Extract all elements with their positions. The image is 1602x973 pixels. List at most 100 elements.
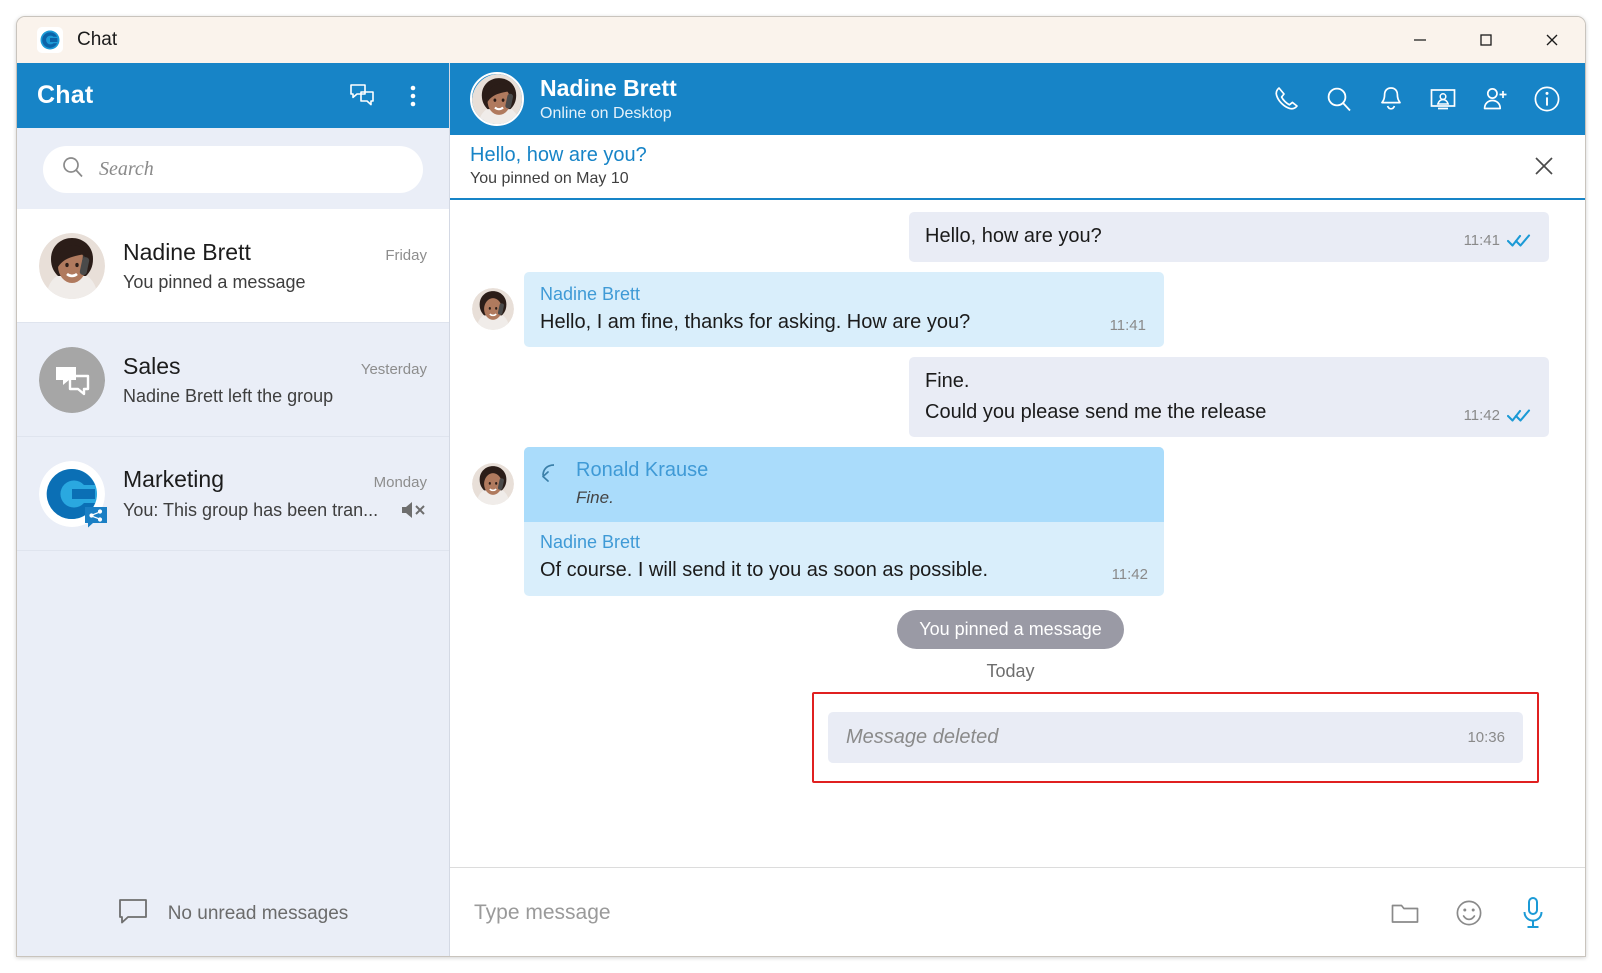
title-bar: Chat: [17, 17, 1585, 63]
message-bubble-reply[interactable]: Ronald Krause Fine. Nadine Brett Of cour…: [524, 447, 1164, 596]
message-time: 11:42: [1463, 407, 1500, 425]
chat-item-preview: You pinned a message: [123, 271, 306, 292]
more-options-icon[interactable]: [393, 76, 433, 116]
chat-header: Nadine Brett Online on Desktop: [450, 63, 1585, 135]
avatar: [472, 287, 514, 330]
pinned-texts: Hello, how are you? You pinned on May 10: [470, 144, 647, 188]
contact-info: Nadine Brett Online on Desktop: [540, 75, 677, 123]
message-bubble-incoming[interactable]: Nadine Brett Hello, I am fine, thanks fo…: [524, 271, 1164, 348]
chat-item-name: Sales: [123, 352, 181, 379]
message-row: Nadine Brett Hello, I am fine, thanks fo…: [472, 271, 1549, 348]
reply-arrow-icon: [540, 463, 562, 488]
system-message-pill: You pinned a message: [897, 609, 1124, 649]
maximize-button[interactable]: [1453, 17, 1519, 63]
chat-list-item-nadine-brett[interactable]: Nadine Brett Friday You pinned a message: [17, 209, 449, 323]
day-divider: Today: [986, 660, 1035, 681]
message-text-line1: Fine.: [925, 370, 970, 393]
chat-item-time: Monday: [373, 474, 427, 491]
sidebar: Chat Search Nadine Brett Friday You pinn…: [17, 63, 450, 956]
message-text: Hello, I am fine, thanks for asking. How…: [540, 310, 971, 333]
message-bubble-icon: [118, 898, 150, 931]
unread-status-text: No unread messages: [167, 903, 349, 924]
sidebar-title: Chat: [37, 81, 94, 109]
message-bubble-outgoing[interactable]: Fine. Could you please send me the relea…: [909, 357, 1549, 438]
avatar: [472, 463, 514, 506]
chat-panel: Nadine Brett Online on Desktop Hello, ho…: [450, 63, 1585, 956]
chat-list: Nadine Brett Friday You pinned a message: [17, 209, 449, 871]
message-text-line2: Could you please send me the release: [925, 400, 1267, 423]
close-icon[interactable]: [1525, 147, 1563, 185]
search-container: Search: [17, 128, 449, 209]
main-split: Chat Search Nadine Brett Friday You pinn…: [17, 63, 1585, 956]
emoji-icon[interactable]: [1447, 891, 1491, 935]
sidebar-header: Chat: [17, 63, 449, 128]
message-composer: [450, 867, 1585, 956]
window-controls: [1387, 17, 1585, 63]
screen-share-icon[interactable]: [1421, 77, 1465, 121]
chat-item-meta: Sales Yesterday Nadine Brett left the gr…: [123, 353, 427, 407]
contact-avatar: [470, 72, 524, 126]
read-receipt-icon: [1507, 408, 1531, 423]
attach-folder-icon[interactable]: [1383, 891, 1427, 935]
shared-badge-icon: [83, 505, 109, 536]
pinned-message-title: Hello, how are you?: [470, 143, 647, 166]
message-time: 11:41: [1463, 231, 1500, 249]
app-logo-icon: [37, 27, 63, 53]
message-row: Hello, how are you? 11:41: [472, 212, 1549, 262]
quoted-sender: Ronald Krause: [576, 459, 709, 482]
chat-window: Chat Chat Search Nadine Brett Friday You…: [16, 16, 1586, 957]
reply-body: Nadine Brett Of course. I will send it t…: [524, 522, 1164, 596]
chat-item-preview: Nadine Brett left the group: [123, 385, 334, 406]
message-row: Fine. Could you please send me the relea…: [472, 357, 1549, 438]
chat-list-item-marketing[interactable]: Marketing Monday You: This group has bee…: [17, 437, 449, 551]
microphone-icon[interactable]: [1511, 891, 1555, 935]
chat-item-name: Nadine Brett: [123, 238, 251, 265]
contact-name: Nadine Brett: [540, 75, 677, 101]
deleted-message-text: Message deleted: [846, 725, 999, 748]
message-input[interactable]: [474, 900, 1363, 925]
message-bubble-outgoing[interactable]: Hello, how are you? 11:41: [909, 212, 1549, 262]
close-button[interactable]: [1519, 17, 1585, 63]
avatar: [39, 460, 107, 527]
search-placeholder: Search: [99, 158, 154, 180]
message-text: Of course. I will send it to you as soon…: [540, 559, 988, 582]
info-icon[interactable]: [1525, 77, 1569, 121]
message-time: 10:36: [1467, 728, 1505, 746]
chat-header-actions: [1265, 77, 1569, 121]
read-receipt-icon: [1507, 233, 1531, 248]
chat-item-time: Yesterday: [360, 360, 427, 378]
contact-status: Online on Desktop: [540, 105, 672, 122]
message-text: Hello, how are you?: [925, 225, 1102, 247]
message-sender: Nadine Brett: [540, 532, 641, 553]
quoted-text: Fine.: [576, 488, 614, 508]
search-icon[interactable]: [1317, 77, 1361, 121]
message-sender: Nadine Brett: [540, 283, 641, 304]
minimize-button[interactable]: [1387, 17, 1453, 63]
search-input[interactable]: Search: [43, 146, 423, 193]
message-list: Hello, how are you? 11:41 Nadine Brett H…: [450, 200, 1585, 867]
chat-item-name: Marketing: [123, 466, 224, 492]
avatar: [39, 232, 105, 299]
message-time: 11:42: [1111, 565, 1148, 583]
system-message-row: You pinned a message: [472, 609, 1549, 649]
sidebar-header-actions: [343, 76, 433, 116]
message-bubble-deleted[interactable]: Message deleted 10:36: [828, 711, 1523, 763]
window-title: Chat: [77, 29, 118, 50]
call-icon[interactable]: [1265, 77, 1309, 121]
avatar: [39, 346, 105, 413]
search-icon: [61, 155, 85, 184]
quoted-message: Ronald Krause Fine.: [524, 447, 1164, 523]
chat-item-time: Friday: [385, 246, 427, 264]
new-chat-icon[interactable]: [343, 76, 383, 116]
muted-icon: [389, 499, 427, 521]
add-person-icon[interactable]: [1473, 77, 1517, 121]
chat-list-item-sales[interactable]: Sales Yesterday Nadine Brett left the gr…: [17, 323, 449, 437]
message-row: Ronald Krause Fine. Nadine Brett Of cour…: [472, 447, 1549, 596]
sidebar-footer: No unread messages: [17, 871, 449, 956]
pinned-message-subtitle: You pinned on May 10: [470, 169, 629, 187]
chat-item-preview: You: This group has been tran...: [123, 499, 379, 520]
bell-icon[interactable]: [1369, 77, 1413, 121]
app-root: Chat Chat Search Nadine Brett Friday You…: [0, 0, 1602, 973]
message-time: 11:41: [1109, 317, 1146, 335]
pinned-message-banner[interactable]: Hello, how are you? You pinned on May 10: [450, 135, 1585, 200]
